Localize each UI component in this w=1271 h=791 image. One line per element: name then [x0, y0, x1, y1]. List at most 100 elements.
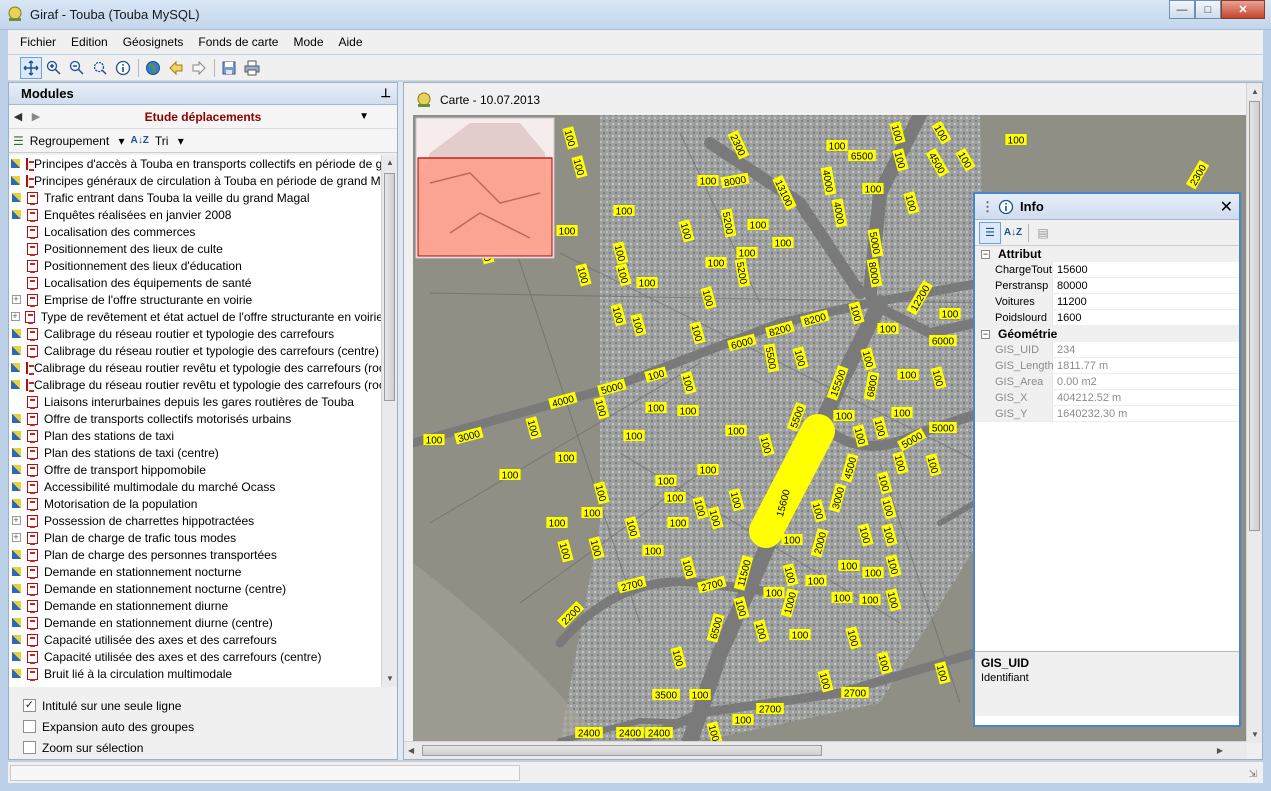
single-line-checkbox[interactable]: ✓ [23, 699, 36, 712]
collapse-icon[interactable]: − [981, 249, 990, 259]
expand-icon[interactable]: + [9, 512, 23, 529]
scroll-left-icon[interactable]: ◀ [408, 746, 414, 755]
property-value[interactable]: 234 [1053, 342, 1239, 357]
module-list-item[interactable]: Localisation des équipements de santé [9, 274, 383, 291]
option-single-line[interactable]: ✓ Intitulé sur une seule ligne [23, 695, 397, 716]
module-list-item[interactable]: Plan des stations de taxi [9, 427, 383, 444]
property-row[interactable]: GIS_Y 1640232.30 m [975, 406, 1239, 422]
module-list-item[interactable]: Calibrage du réseau routier et typologie… [9, 342, 383, 359]
option-auto-expand[interactable]: Expansion auto des groupes [23, 716, 397, 737]
overview-map[interactable] [415, 117, 555, 259]
module-list-item[interactable]: Plan des stations de taxi (centre) [9, 444, 383, 461]
scrollbar-thumb[interactable] [1249, 101, 1260, 531]
module-list-item[interactable]: Liaisons interurbaines depuis les gares … [9, 393, 383, 410]
module-list-item[interactable]: Offre de transport hippomobile [9, 461, 383, 478]
module-list-item[interactable]: Trafic entrant dans Touba la veille du g… [9, 189, 383, 206]
property-value[interactable]: 1811.77 m [1053, 358, 1239, 373]
module-list-item[interactable]: Demande en stationnement nocturne (centr… [9, 580, 383, 597]
module-list-item[interactable]: Positionnement des lieux de culte [9, 240, 383, 257]
info-button[interactable] [112, 57, 134, 79]
save-button[interactable] [218, 57, 240, 79]
module-list-item[interactable]: Calibrage du réseau routier revêtu et ty… [9, 376, 383, 393]
expand-icon[interactable]: + [9, 308, 21, 325]
grouping-dropdown[interactable]: Regroupement ▾ [30, 134, 125, 148]
menu-edition[interactable]: Edition [71, 35, 108, 49]
property-value[interactable]: 11200 [1053, 294, 1239, 309]
module-list-item[interactable]: + Plan de charge de trafic tous modes [9, 529, 383, 546]
property-row[interactable]: GIS_UID 234 [975, 342, 1239, 358]
scroll-up-icon[interactable]: ▲ [1251, 87, 1259, 96]
module-list-item[interactable]: Bruit lié à la circulation multimodale [9, 665, 383, 682]
property-row[interactable]: Voitures 11200 [975, 294, 1239, 310]
scrollbar-thumb[interactable] [422, 745, 822, 756]
module-list-item[interactable]: Principes généraux de circulation à Toub… [9, 172, 383, 189]
module-list-item[interactable]: + Possession de charrettes hippotractées [9, 512, 383, 529]
pin-icon[interactable]: ⊥ [381, 86, 391, 100]
menu-geosignets[interactable]: Géosignets [123, 35, 184, 49]
map-horizontal-scrollbar[interactable]: ◀ ▶ [404, 741, 1247, 759]
property-row[interactable]: Poidslourd 1600 [975, 310, 1239, 326]
module-list-scrollbar[interactable]: ▲ ▼ [381, 155, 397, 687]
scroll-down-icon[interactable]: ▼ [382, 671, 398, 687]
property-row[interactable]: GIS_X 404212.52 m [975, 390, 1239, 406]
zoom-extent-button[interactable] [89, 57, 111, 79]
property-category[interactable]: − Géométrie [975, 326, 1239, 342]
property-pages-button[interactable]: ▤ [1032, 222, 1054, 244]
expand-icon[interactable]: + [9, 291, 23, 308]
property-value[interactable]: 404212.52 m [1053, 390, 1239, 405]
zoom-in-button[interactable] [43, 57, 65, 79]
forward-button[interactable] [188, 57, 210, 79]
chevron-down-icon[interactable]: ▼ [359, 111, 369, 122]
resize-grip-icon[interactable]: ⇲ [1249, 769, 1257, 780]
close-button[interactable]: ✕ [1221, 0, 1265, 19]
option-zoom-selection[interactable]: Zoom sur sélection [23, 737, 397, 758]
menu-fonds-de-carte[interactable]: Fonds de carte [198, 35, 278, 49]
module-list-item[interactable]: Capacité utilisée des axes et des carref… [9, 648, 383, 665]
module-list-item[interactable]: Demande en stationnement diurne (centre) [9, 614, 383, 631]
module-list-item[interactable]: Accessibilité multimodale du marché Ocas… [9, 478, 383, 495]
scroll-right-icon[interactable]: ▶ [1217, 746, 1223, 755]
scrollbar-thumb[interactable] [384, 173, 395, 401]
scroll-down-icon[interactable]: ▼ [1251, 730, 1259, 739]
module-list-item[interactable]: Calibrage du réseau routier revêtu et ty… [9, 359, 383, 376]
globe-button[interactable] [142, 57, 164, 79]
scroll-up-icon[interactable]: ▲ [382, 155, 398, 171]
module-list-item[interactable]: Enquêtes réalisées en janvier 2008 [9, 206, 383, 223]
auto-expand-checkbox[interactable] [23, 720, 36, 733]
module-list-item[interactable]: Demande en stationnement nocturne [9, 563, 383, 580]
print-button[interactable] [241, 57, 263, 79]
map-vertical-scrollbar[interactable]: ▲ ▼ [1246, 83, 1262, 743]
property-row[interactable]: GIS_Length 1811.77 m [975, 358, 1239, 374]
module-list-item[interactable]: Positionnement des lieux d'éducation [9, 257, 383, 274]
minimize-button[interactable]: — [1169, 0, 1195, 19]
module-list-item[interactable]: Capacité utilisée des axes et des carref… [9, 631, 383, 648]
zoom-selection-checkbox[interactable] [23, 741, 36, 754]
pan-button[interactable] [20, 56, 42, 79]
drag-handle-icon[interactable]: ⋮ [981, 199, 994, 215]
property-value[interactable]: 0.00 m2 [1053, 374, 1239, 389]
property-value[interactable]: 1600 [1053, 310, 1239, 325]
menu-fichier[interactable]: Fichier [20, 35, 56, 49]
map-tab[interactable]: Carte - 10.07.2013 [408, 89, 540, 111]
property-row[interactable]: ChargeTout 15600 [975, 262, 1239, 278]
module-list-item[interactable]: Principes d'accès à Touba en transports … [9, 155, 383, 172]
module-list-item[interactable]: Calibrage du réseau routier et typologie… [9, 325, 383, 342]
module-list-item[interactable]: Plan de charge des personnes transportée… [9, 546, 383, 563]
property-value[interactable]: 80000 [1053, 278, 1239, 293]
property-value[interactable]: 1640232.30 m [1053, 406, 1239, 421]
collapse-icon[interactable]: − [981, 329, 990, 339]
module-list-item[interactable]: Localisation des commerces [9, 223, 383, 240]
maximize-button[interactable]: □ [1195, 0, 1221, 19]
zoom-out-button[interactable] [66, 57, 88, 79]
menu-aide[interactable]: Aide [339, 35, 363, 49]
study-title[interactable]: Etude déplacements [9, 110, 397, 124]
menu-mode[interactable]: Mode [293, 35, 323, 49]
module-list-item[interactable]: Motorisation de la population [9, 495, 383, 512]
alphabetical-view-button[interactable]: A↓Z [1002, 222, 1024, 244]
back-button[interactable] [165, 57, 187, 79]
module-list-item[interactable]: + Emprise de l'offre structurante en voir… [9, 291, 383, 308]
expand-icon[interactable]: + [9, 529, 23, 546]
property-row[interactable]: GIS_Area 0.00 m2 [975, 374, 1239, 390]
sort-dropdown[interactable]: Tri ▾ [155, 134, 184, 148]
module-list-item[interactable]: + Type de revêtement et état actuel de l'… [9, 308, 383, 325]
